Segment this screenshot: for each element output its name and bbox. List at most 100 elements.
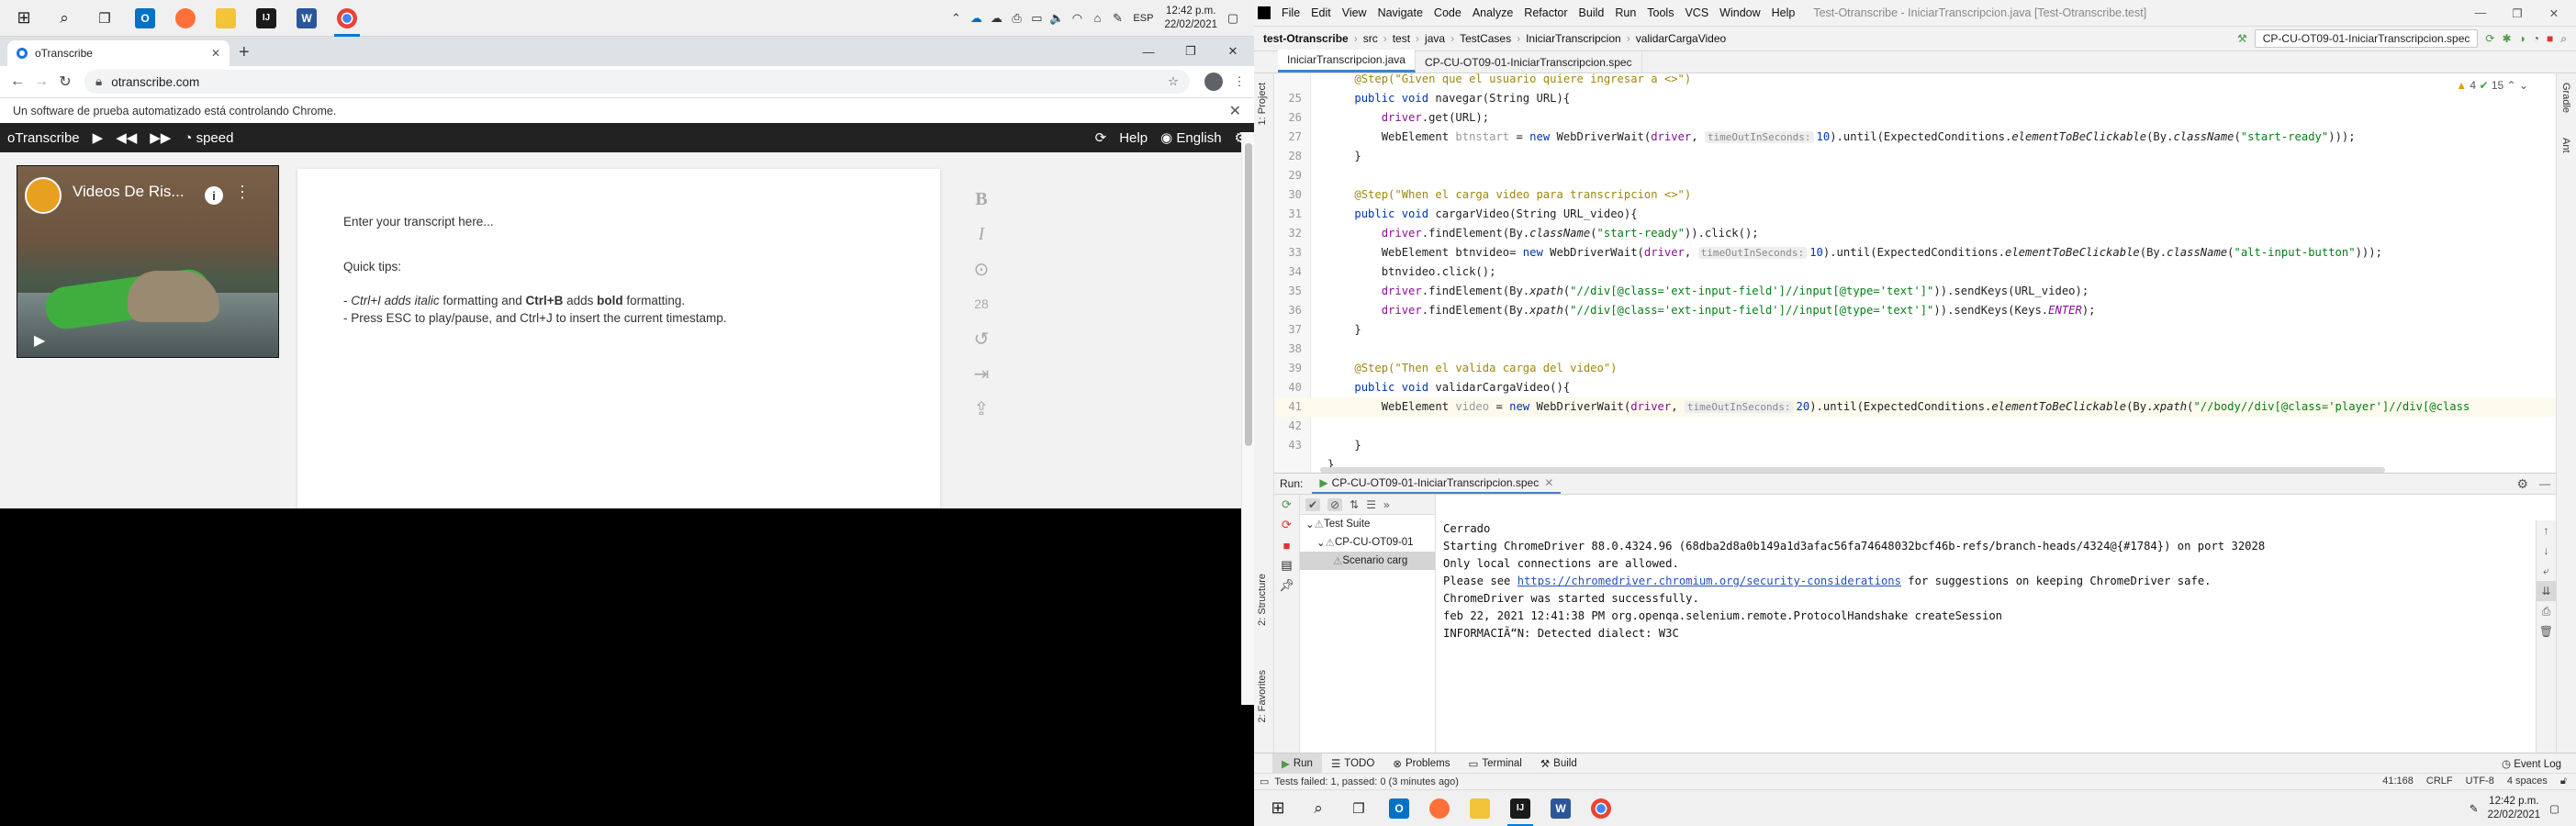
ij-close-icon[interactable]: ✕ <box>2536 6 2572 20</box>
structure-toolwindow-button[interactable]: 2: Structure <box>1257 574 1268 626</box>
video-title[interactable]: Videos De Ris... <box>73 183 185 201</box>
volume-icon[interactable]: 🔈 <box>1047 11 1067 26</box>
bookmark-star-icon[interactable]: ☆ <box>1168 74 1179 89</box>
onedrive-icon[interactable]: ☁ <box>966 11 986 26</box>
file-explorer-icon[interactable] <box>1460 790 1500 826</box>
crumb-src[interactable]: src <box>1358 32 1383 45</box>
task-view-icon[interactable]: ❐ <box>1338 790 1379 826</box>
crumb-method[interactable]: validarCargaVideo <box>1630 32 1732 45</box>
test-status-message[interactable]: Tests failed: 1, passed: 0 (3 minutes ag… <box>1274 776 1459 787</box>
channel-avatar[interactable] <box>25 177 62 214</box>
tree-node-scenario[interactable]: ⚠ Scenario carg <box>1300 552 1435 570</box>
menu-navigate[interactable]: Navigate <box>1372 6 1428 19</box>
menu-window[interactable]: Window <box>1714 6 1765 19</box>
rewind-icon[interactable]: ◀◀ <box>116 129 137 146</box>
project-toolwindow-button[interactable]: 1: Project <box>1257 83 1268 125</box>
ant-toolwindow-button[interactable]: Ant <box>2560 138 2571 153</box>
crumb-test[interactable]: test <box>1387 32 1416 45</box>
todo-toolwindow-button[interactable]: ☰ TODO <box>1322 753 1383 774</box>
clock[interactable]: 12:42 p.m. 22/02/2021 <box>1159 5 1223 32</box>
stop-run-icon[interactable]: ■ <box>1274 535 1299 555</box>
code-line[interactable]: 32 driver.findElement(By.className("star… <box>1274 224 2556 243</box>
more-options-icon[interactable]: ⋮ <box>234 183 251 202</box>
code-line[interactable]: 38 <box>1274 340 2556 359</box>
play-icon[interactable]: ▶ <box>93 129 104 146</box>
chrome-tab[interactable]: oTranscribe ✕ <box>7 40 230 66</box>
timestamp-icon[interactable]: ⊙ <box>969 251 993 286</box>
outlook-icon[interactable]: O <box>1379 790 1419 826</box>
show-passed-icon[interactable]: ✔ <box>1305 497 1321 511</box>
coverage-icon[interactable]: ◑ <box>2519 32 2526 45</box>
address-bar[interactable]: 🔒︎ otranscribe.com ☆ <box>84 70 1190 94</box>
status-toggle-icon[interactable]: ▭ <box>1260 776 1269 787</box>
favorites-toolwindow-button[interactable]: 2: Favorites <box>1257 670 1268 722</box>
build-hammer-icon[interactable]: ⚒ <box>2237 32 2247 45</box>
code-line[interactable]: 31 public void cargarVideo(String URL_vi… <box>1274 205 2556 224</box>
reset-icon[interactable]: ⟳ <box>1095 129 1107 146</box>
notifications-icon[interactable]: ▢ <box>2549 802 2559 815</box>
code-line[interactable]: 39 @Step("Then el valida carga del video… <box>1274 359 2556 378</box>
line-separator[interactable]: CRLF <box>2426 776 2453 787</box>
fast-forward-icon[interactable]: ▶▶ <box>150 129 171 146</box>
pen-icon[interactable]: ✎ <box>1107 11 1127 26</box>
firefox-icon[interactable] <box>165 0 206 37</box>
build-toolwindow-button[interactable]: ⚒ Build <box>1531 753 1586 774</box>
security-link[interactable]: https://chromedriver.chromium.org/securi… <box>1518 575 1901 587</box>
transcript-editor[interactable]: Enter your transcript here... Quick tips… <box>297 169 940 508</box>
network-icon[interactable]: ⌂ <box>1087 11 1107 25</box>
code-line[interactable]: 34 btnvideo.click(); <box>1274 262 2556 282</box>
ij-minimize-icon[interactable]: — <box>2462 6 2499 20</box>
code-line[interactable]: 30 @Step("When el carga video para trans… <box>1274 185 2556 205</box>
gradle-toolwindow-button[interactable]: Gradle <box>2560 83 2571 113</box>
page-scrollbar[interactable] <box>1241 132 1254 705</box>
battery-icon[interactable]: ▭ <box>1026 11 1047 26</box>
crumb-testcases[interactable]: TestCases <box>1454 32 1517 45</box>
terminal-toolwindow-button[interactable]: ▭ Terminal <box>1460 753 1531 774</box>
rerun-failed-icon[interactable]: ⟳ <box>1274 515 1299 535</box>
layout-icon[interactable]: ▤ <box>1274 555 1299 575</box>
chevron-up-icon[interactable]: ⌃ <box>946 11 966 26</box>
down-arrow-icon[interactable]: ↓ <box>2537 541 2556 561</box>
code-line[interactable]: 43 } <box>1274 436 2556 455</box>
expand-icon[interactable]: ⌄ <box>1316 536 1326 549</box>
windows-start-icon[interactable]: ⊞ <box>1258 790 1298 826</box>
menu-run[interactable]: Run <box>1609 6 1641 19</box>
code-line[interactable]: 41 WebElement video = new WebDriverWait(… <box>1274 397 2556 417</box>
code-line[interactable]: 25 public void navegar(String URL){ <box>1274 89 2556 108</box>
chrome-icon[interactable] <box>1581 790 1621 826</box>
bold-icon[interactable]: B <box>969 182 993 217</box>
italic-icon[interactable]: I <box>969 217 993 251</box>
code-line[interactable]: 28 } <box>1274 147 2556 166</box>
run-toolwindow-button[interactable]: ▶ Run <box>1272 753 1322 774</box>
minimize-icon[interactable]: — <box>1127 37 1170 66</box>
search-icon[interactable]: ⌕ <box>1298 790 1338 826</box>
crumb-class[interactable]: IniciarTranscripcion <box>1520 32 1627 45</box>
pen-icon[interactable]: ✎ <box>2470 802 2479 815</box>
run-console[interactable]: Cerrado Starting ChromeDriver 88.0.4324.9… <box>1436 520 2534 753</box>
menu-edit[interactable]: Edit <box>1305 6 1337 19</box>
tree-node-suite[interactable]: ⌄ ⚠ Test Suite <box>1300 515 1435 533</box>
code-line[interactable]: 33 WebElement btnvideo= new WebDriverWai… <box>1274 243 2556 262</box>
code-line[interactable]: 29 <box>1274 166 2556 185</box>
printer-icon[interactable]: ⎙ <box>1006 11 1026 26</box>
history-icon[interactable]: ↺ <box>969 321 993 356</box>
intellij-icon[interactable]: IJ <box>246 0 286 37</box>
outlook-icon[interactable]: O <box>125 0 165 37</box>
code-line[interactable]: 42 <box>1274 417 2556 436</box>
crumb-project[interactable]: test-Otranscribe <box>1258 32 1354 45</box>
chrome-icon[interactable] <box>327 0 367 37</box>
language-indicator[interactable]: ESP <box>1127 13 1159 24</box>
word-icon[interactable]: W <box>286 0 327 37</box>
reload-icon[interactable]: ↻ <box>53 73 77 91</box>
help-button[interactable]: Help <box>1119 130 1148 146</box>
info-icon[interactable]: i <box>205 186 223 205</box>
run-config-selector[interactable]: CP-CU-OT09-01-IniciarTranscripcion.spec <box>2254 29 2479 48</box>
import-icon[interactable]: ⇥ <box>969 356 993 391</box>
profile-avatar-icon[interactable] <box>1204 73 1223 91</box>
scrollbar-thumb[interactable] <box>1245 143 1252 446</box>
code-line[interactable]: 37 } <box>1274 320 2556 340</box>
menu-refactor[interactable]: Refactor <box>1518 6 1573 19</box>
word-icon[interactable]: W <box>1540 790 1581 826</box>
code-editor[interactable]: @Step("Given que el usuario quiere ingre… <box>1274 73 2556 473</box>
show-ignored-icon[interactable]: ⊘ <box>1327 497 1343 511</box>
